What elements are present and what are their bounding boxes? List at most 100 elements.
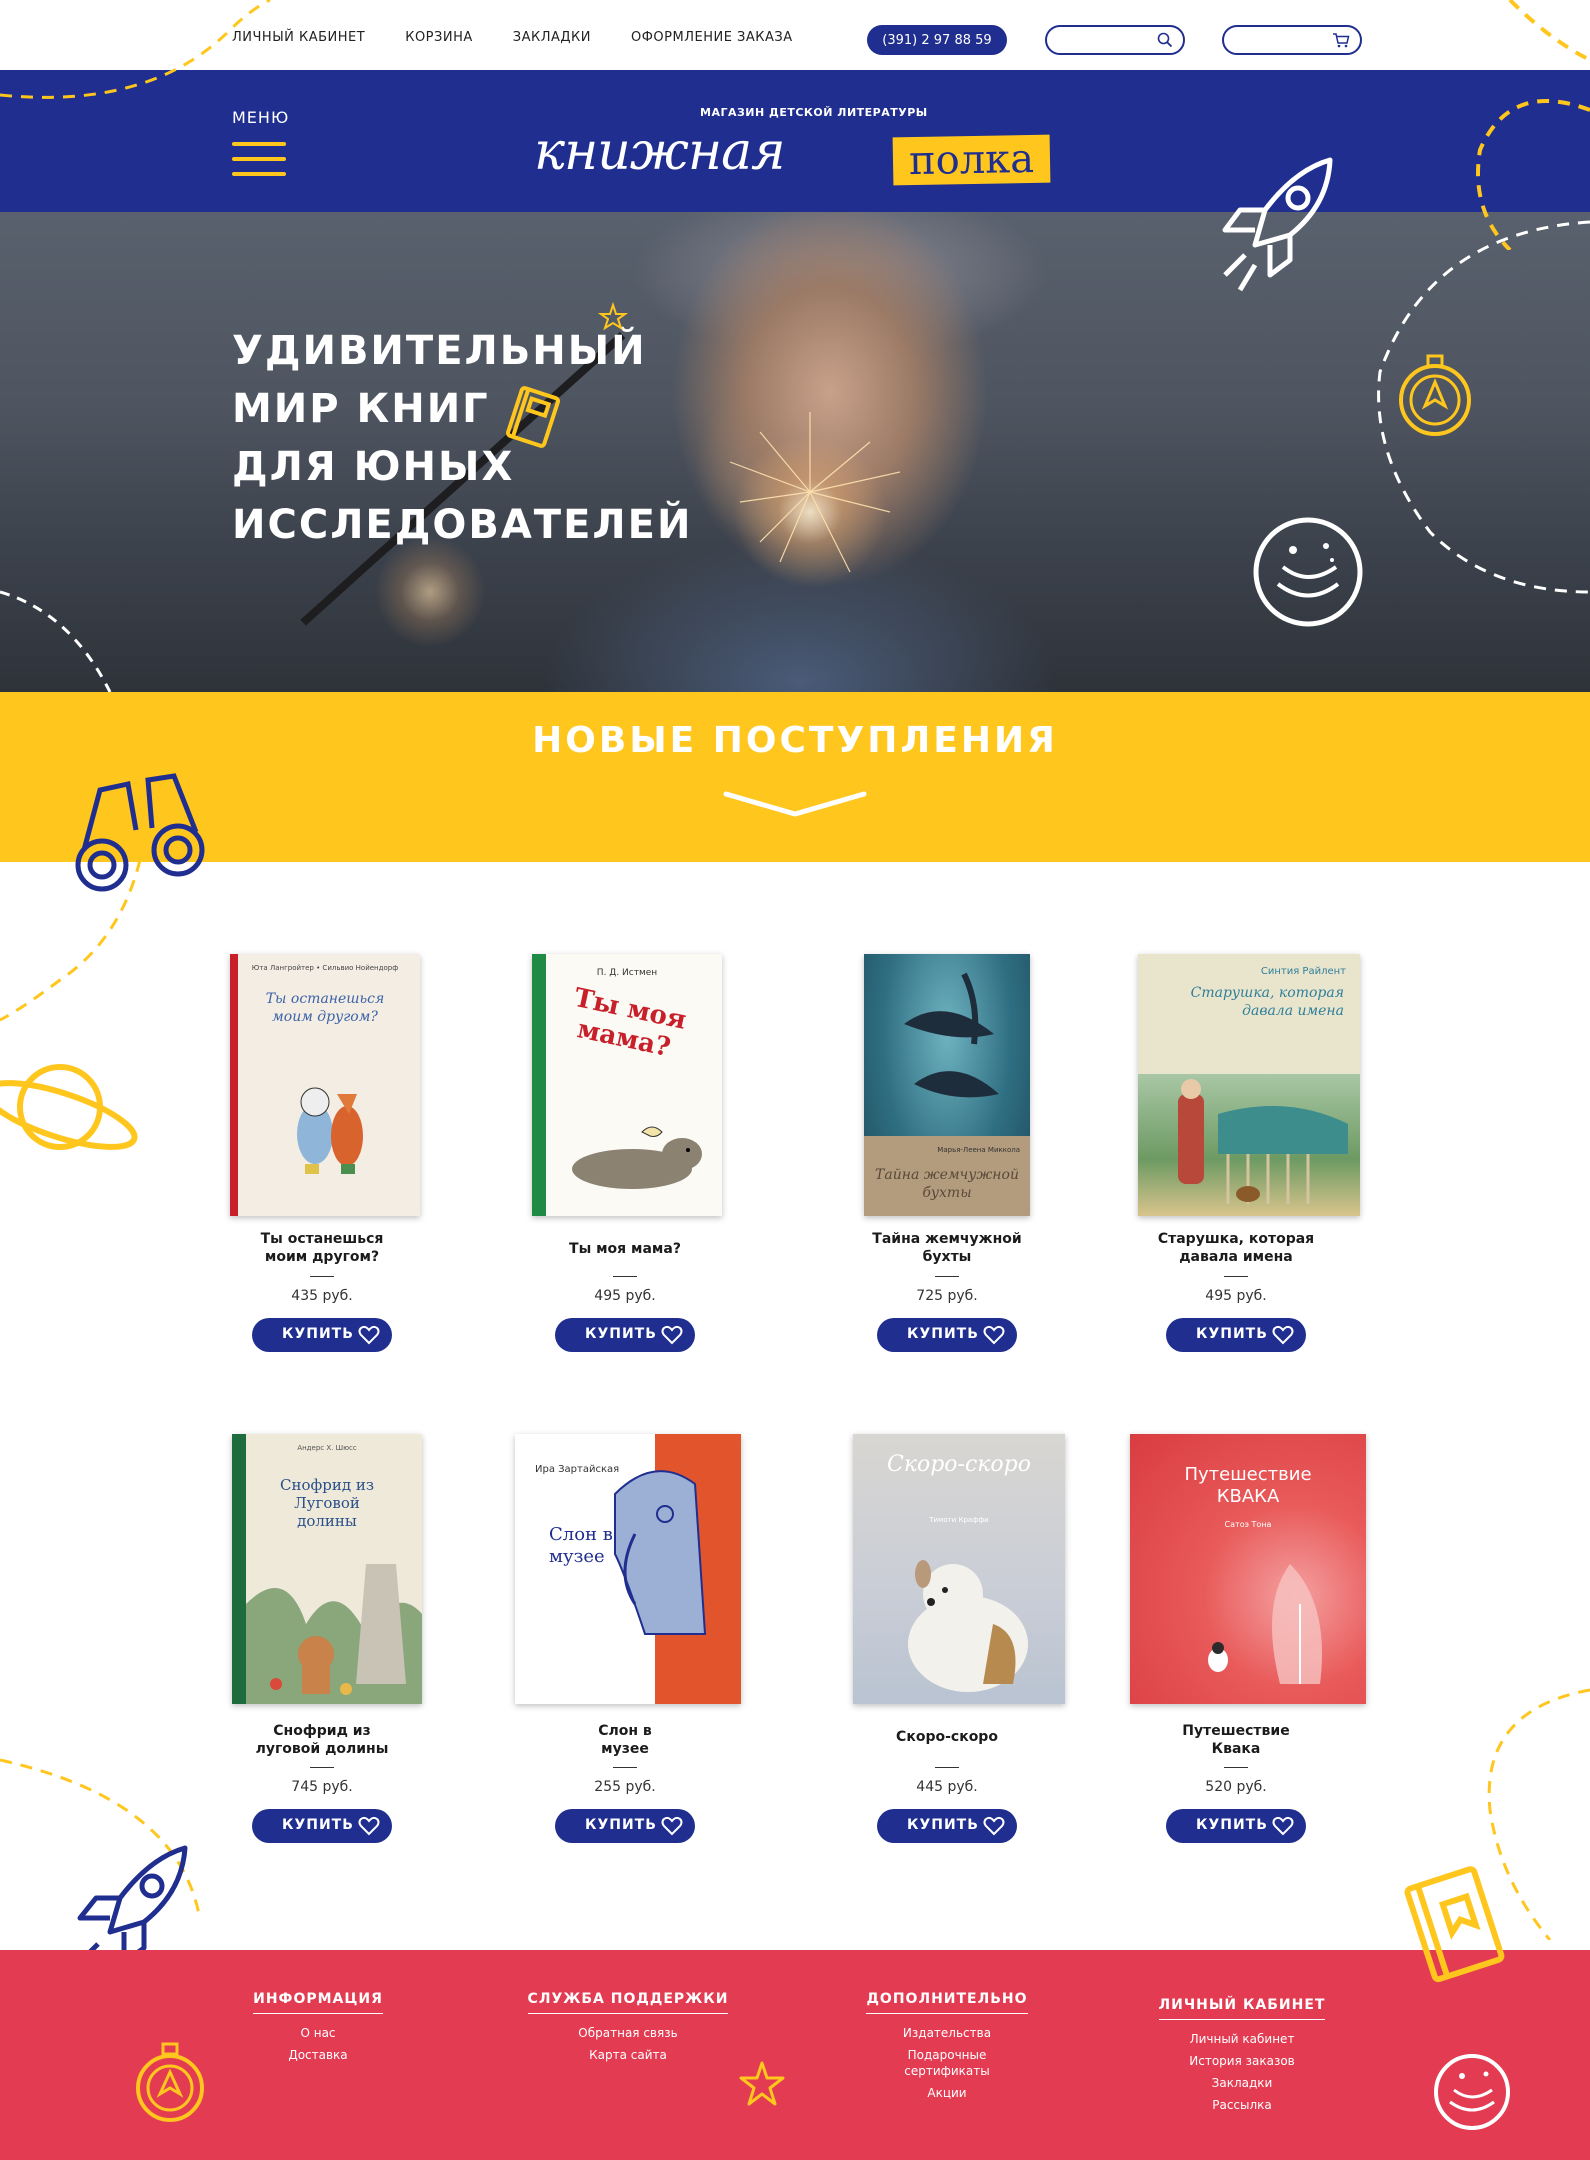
footer-link[interactable]: Рассылка — [1132, 2094, 1352, 2116]
divider — [1224, 1276, 1248, 1277]
buy-button[interactable]: КУПИТЬ — [252, 1809, 392, 1843]
compass-icon — [1399, 354, 1471, 436]
footer-link[interactable]: Издательства — [887, 2022, 1007, 2044]
divider — [1224, 1767, 1248, 1768]
cover-author: Юта Лангройтер • Сильвио Нойендорф — [251, 964, 399, 972]
footer-link[interactable]: О нас — [208, 2022, 428, 2044]
book-cover[interactable]: Андерс Х. Шюсс Снофрид из Луговой долины — [232, 1434, 422, 1704]
footer-link[interactable]: Карта сайта — [518, 2044, 738, 2066]
book-cover[interactable]: Марья-Леена Миккола Тайна жемчужной бухт… — [864, 954, 1030, 1216]
top-bar: Личный кабинет Корзина Закладки Оформлен… — [0, 0, 1590, 70]
nav-cart[interactable]: Корзина — [405, 30, 473, 45]
planet-icon — [1434, 2054, 1510, 2130]
chevron-down-icon[interactable] — [722, 790, 868, 820]
buy-label: КУПИТЬ — [907, 1817, 979, 1833]
nav-account[interactable]: Личный кабинет — [232, 30, 365, 45]
buy-button[interactable]: КУПИТЬ — [1166, 1809, 1306, 1843]
cover-author: Тимоти Краффи — [929, 1516, 989, 1524]
buy-button[interactable]: КУПИТЬ — [1166, 1318, 1306, 1352]
heart-icon[interactable] — [358, 1325, 380, 1345]
buy-label: КУПИТЬ — [1196, 1326, 1268, 1342]
planet-icon — [0, 1064, 138, 1150]
product-card: Марья-Леена Миккола Тайна жемчужной бухт… — [817, 950, 1077, 1360]
hero-line: Удивительный — [232, 328, 647, 374]
product-card: Ира Зартайская Слон в музее Слон в музее… — [495, 1430, 755, 1850]
product-card: Скоро-скоро Тимоти Краффи Скоро-скоро 44… — [817, 1430, 1077, 1850]
top-navigation: Личный кабинет Корзина Закладки Оформлен… — [232, 30, 793, 45]
sparkle-glow — [720, 422, 900, 602]
book-cover[interactable]: Юта Лангройтер • Сильвио Нойендорф Ты ос… — [230, 954, 420, 1216]
buy-button[interactable]: КУПИТЬ — [252, 1318, 392, 1352]
book-cover[interactable]: Ира Зартайская Слон в музее — [515, 1434, 741, 1704]
divider — [613, 1276, 637, 1277]
hero-line: мир книг — [232, 386, 490, 432]
buy-label: КУПИТЬ — [585, 1817, 657, 1833]
divider — [310, 1767, 334, 1768]
book-cover[interactable]: Путешествие КВАКА Сатоэ Тона — [1130, 1434, 1366, 1704]
book-cover[interactable]: Синтия Райлент Старушка, которая давала … — [1138, 954, 1360, 1216]
footer-link[interactable]: Обратная связь — [518, 2022, 738, 2044]
cart-icon — [1333, 33, 1350, 48]
product-title[interactable]: Ты останешься моим другом? — [192, 1230, 452, 1266]
product-price: 495 руб. — [594, 1288, 656, 1304]
product-title[interactable]: Ты моя мама? — [495, 1240, 755, 1258]
product-card: Путешествие КВАКА Сатоэ Тона Путешествие… — [1106, 1430, 1366, 1850]
nav-bookmarks[interactable]: Закладки — [513, 30, 591, 45]
cover-title: Снофрид из Луговой долины — [279, 1476, 375, 1530]
phone-number[interactable]: (391) 2 97 88 59 — [867, 25, 1007, 55]
footer-column-support: СЛУЖБА ПОДДЕРЖКИ Обратная связь Карта са… — [518, 1988, 738, 2066]
cart-button[interactable] — [1222, 25, 1362, 55]
heart-icon[interactable] — [661, 1325, 683, 1345]
footer-link[interactable]: История заказов — [1132, 2050, 1352, 2072]
footer-link[interactable]: Личный кабинет — [1132, 2028, 1352, 2050]
product-title[interactable]: Старушка, которая давала имена — [1106, 1230, 1366, 1266]
heart-icon[interactable] — [983, 1325, 1005, 1345]
search-input[interactable] — [1045, 25, 1185, 55]
cover-title: Старушка, которая давала имена — [1190, 985, 1344, 1019]
footer-link[interactable]: Закладки — [1132, 2072, 1352, 2094]
product-price: 495 руб. — [1205, 1288, 1267, 1304]
book-cover[interactable]: П. Д. Истмен Ты моя мама? — [532, 954, 722, 1216]
buy-button[interactable]: КУПИТЬ — [555, 1318, 695, 1352]
divider — [935, 1767, 959, 1768]
site-header: МЕНЮ МАГАЗИН ДЕТСКОЙ ЛИТЕРАТУРЫ книжная … — [0, 70, 1590, 212]
product-title[interactable]: Тайна жемчужной бухты — [817, 1230, 1077, 1266]
heart-icon[interactable] — [661, 1816, 683, 1836]
product-title[interactable]: Скоро-скоро — [817, 1728, 1077, 1746]
heart-icon[interactable] — [358, 1816, 380, 1836]
logo-wordmark[interactable]: книжная — [534, 122, 786, 182]
nav-checkout[interactable]: Оформление заказа — [631, 30, 793, 45]
hero-line: исследователей — [232, 502, 693, 548]
product-title[interactable]: Снофрид из луговой долины — [192, 1722, 452, 1758]
menu-label[interactable]: МЕНЮ — [232, 108, 289, 127]
footer-link[interactable]: Акции — [887, 2082, 1007, 2104]
search-icon[interactable] — [1157, 32, 1173, 48]
star-icon — [739, 2061, 785, 2106]
compass-icon — [136, 2042, 204, 2122]
product-price: 745 руб. — [291, 1779, 353, 1795]
heart-icon[interactable] — [1272, 1325, 1294, 1345]
hero-line: для юных — [232, 444, 515, 490]
buy-button[interactable]: КУПИТЬ — [877, 1318, 1017, 1352]
dashed-path — [1377, 220, 1590, 594]
heart-icon[interactable] — [983, 1816, 1005, 1836]
product-price: 435 руб. — [291, 1288, 353, 1304]
footer-link[interactable]: Доставка — [208, 2044, 428, 2066]
product-card: П. Д. Истмен Ты моя мама? Ты моя мама? 4… — [495, 950, 755, 1360]
logo-tag[interactable]: полка — [892, 134, 1051, 186]
product-title[interactable]: Слон в музее — [495, 1722, 755, 1758]
buy-button[interactable]: КУПИТЬ — [877, 1809, 1017, 1843]
dashed-path — [0, 860, 142, 1022]
footer-link[interactable]: Подарочные сертификаты — [887, 2047, 1007, 2079]
book-cover[interactable]: Скоро-скоро Тимоти Краффи — [853, 1434, 1065, 1704]
hero-headline: Удивительный мир книг для юных исследова… — [232, 322, 692, 554]
buy-button[interactable]: КУПИТЬ — [555, 1809, 695, 1843]
product-title[interactable]: Путешествие Квака — [1106, 1722, 1366, 1758]
product-card: Синтия Райлент Старушка, которая давала … — [1106, 950, 1366, 1360]
heart-icon[interactable] — [1272, 1816, 1294, 1836]
divider — [613, 1767, 637, 1768]
planet-icon — [1253, 517, 1363, 627]
logo-subtitle: МАГАЗИН ДЕТСКОЙ ЛИТЕРАТУРЫ — [700, 106, 928, 119]
cover-title: Ты останешься моим другом? — [265, 991, 385, 1025]
menu-icon[interactable] — [232, 142, 286, 176]
